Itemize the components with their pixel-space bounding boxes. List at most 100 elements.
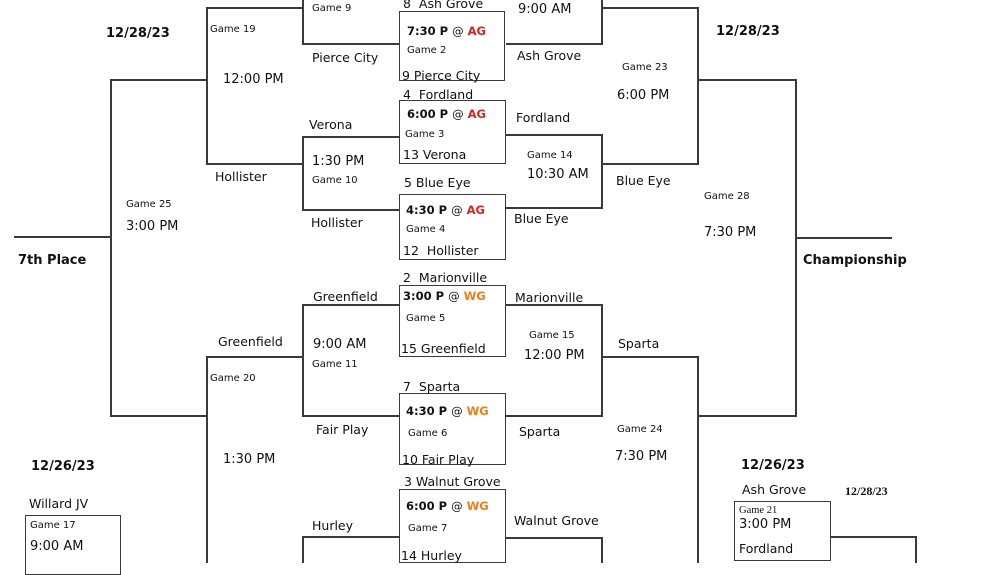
seed-team: 3 Walnut Grove [404, 474, 501, 489]
bracket-line [206, 356, 208, 563]
team-name: Marionville [515, 290, 584, 305]
team-name: Greenfield [313, 289, 378, 304]
game-number: Game 25 [126, 199, 172, 210]
bracket-line [302, 304, 304, 417]
game-number: Game 10 [312, 175, 358, 186]
at-symbol: @ [451, 404, 463, 418]
game-number: Game 20 [210, 373, 256, 384]
bracket-line [110, 79, 112, 417]
team-name: Blue Eye [616, 173, 671, 188]
game-number: Game 2 [407, 45, 447, 56]
seed-team: 2 Marionville [403, 270, 488, 285]
bracket-line [601, 356, 699, 358]
game-time-venue: 4:30 P @ WG [406, 404, 489, 418]
seed-team: 10 Fair Play [402, 452, 475, 467]
bracket-line [302, 536, 400, 538]
seed-team: 14 Hurley [401, 548, 462, 563]
game-time: 1:30 PM [312, 154, 365, 169]
bracket-line [302, 136, 400, 138]
bracket-line [506, 537, 603, 539]
bracket-line [831, 536, 916, 538]
game-time: 6:00 P [407, 107, 449, 121]
seed-team: 13 Verona [403, 147, 467, 162]
seed-team: 5 Blue Eye [404, 175, 471, 190]
game-time: 12:00 PM [223, 72, 284, 87]
bracket-line [795, 237, 892, 239]
team-name: Hollister [311, 215, 363, 230]
bracket-line [795, 79, 797, 417]
bracket-line [110, 79, 206, 81]
bracket-line [302, 0, 304, 45]
team-name: Sparta [618, 336, 660, 351]
game-number: Game 28 [704, 191, 750, 202]
bracket-line [601, 163, 699, 165]
team-name: Ash Grove [517, 48, 582, 63]
team-name: Hollister [215, 169, 267, 184]
bracket-line [14, 236, 110, 238]
venue-badge: WG [466, 499, 489, 513]
game-time-venue: 3:00 P @ WG [403, 289, 486, 303]
bracket-line [110, 415, 206, 417]
game-number: Game 4 [406, 224, 446, 235]
game-number: Game 23 [622, 62, 668, 73]
game-number: Game 24 [617, 424, 663, 435]
bracket-line [601, 134, 603, 209]
bracket-line [697, 415, 795, 417]
game-number: Game 21 [739, 505, 778, 516]
team-name: Fordland [516, 110, 571, 125]
bracket-line [601, 306, 603, 417]
game-number: Game 17 [30, 520, 76, 531]
team-name: Blue Eye [514, 211, 569, 226]
game-number: Game 19 [210, 24, 256, 35]
bracket-line [506, 134, 603, 136]
game-number: Game 9 [312, 3, 352, 14]
bracket-line [506, 415, 603, 417]
game-number: Game 7 [408, 523, 448, 534]
bracket-line [915, 536, 917, 563]
game-number: Game 11 [312, 359, 358, 370]
seed-team: 12 Hollister [403, 243, 479, 258]
seed-team: 8 Ash Grove [403, 0, 484, 11]
venue-badge: WG [466, 404, 489, 418]
venue-badge: AG [467, 107, 486, 121]
bracket-line [302, 43, 400, 45]
game-time: 4:30 P [406, 404, 448, 418]
bracket-line [697, 79, 795, 81]
game-time: 3:00 PM [739, 517, 792, 532]
bracket-line [302, 304, 400, 306]
game-time-venue: 7:30 P @ AG [407, 24, 486, 38]
game-time-venue: 4:30 P @ AG [406, 203, 485, 217]
seed-team: 15 Greenfield [401, 341, 486, 356]
game-time: 1:30 PM [223, 452, 276, 467]
game-time: 6:00 P [406, 499, 448, 513]
bracket-line [697, 356, 699, 563]
at-symbol: @ [452, 107, 464, 121]
venue-badge: WG [463, 289, 486, 303]
bracket-line [506, 43, 603, 45]
date-label: 12/28/23 [716, 24, 780, 39]
at-symbol: @ [448, 289, 460, 303]
bracket-line [601, 537, 603, 563]
bracket-line [302, 415, 400, 417]
game-time: 12:00 PM [524, 348, 585, 363]
at-symbol: @ [451, 499, 463, 513]
seed-team: 7 Sparta [403, 379, 461, 394]
at-symbol: @ [451, 203, 463, 217]
bracket-line [697, 7, 699, 165]
game-time: 7:30 PM [615, 449, 668, 464]
game-time: 9:00 AM [518, 2, 572, 17]
bracket-line [302, 136, 304, 211]
date-label: 12/26/23 [31, 459, 95, 474]
championship-label: Championship [803, 253, 907, 268]
bracket-line [206, 356, 302, 358]
game-time: 3:00 PM [126, 219, 179, 234]
venue-badge: AG [466, 203, 485, 217]
team-name: Ash Grove [742, 482, 807, 497]
game-time: 7:30 P [407, 24, 449, 38]
at-symbol: @ [452, 24, 464, 38]
team-name: Pierce City [312, 50, 379, 65]
bracket-line [506, 207, 603, 209]
date-label: 12/28/23 [106, 26, 170, 41]
bracket-line [206, 7, 302, 9]
game-time: 7:30 PM [704, 225, 757, 240]
